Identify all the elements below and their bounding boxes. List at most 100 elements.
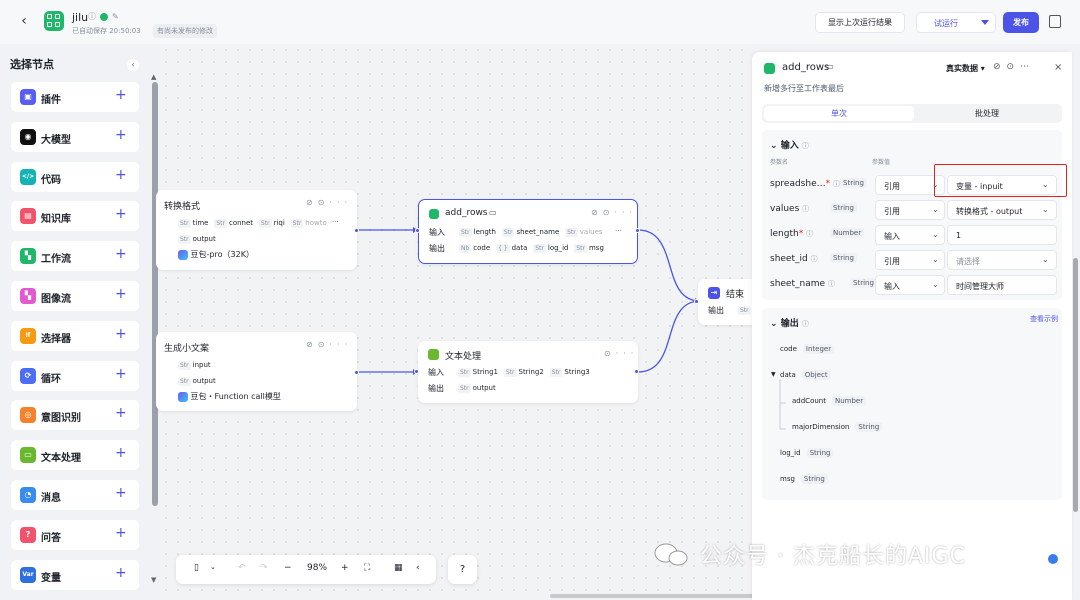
zoom-level[interactable]: 98%	[307, 563, 327, 573]
node-item[interactable]: ▤ 知识库 +	[11, 201, 139, 232]
panel-scrollbar[interactable]	[1073, 258, 1078, 512]
param-value-field[interactable]: 1	[947, 225, 1057, 245]
node-title: 文本处理	[445, 352, 482, 362]
output-label: 输出	[708, 306, 724, 315]
node-actions[interactable]: ⊘⊙···	[306, 198, 352, 207]
collapse-button[interactable]: ‹	[127, 59, 139, 71]
param-name: spreadshe…* ⓘ	[770, 179, 840, 189]
real-data-dropdown[interactable]: 真实数据 ▾	[946, 63, 985, 74]
scroll-down-icon[interactable]: ▼	[151, 576, 156, 584]
node-item[interactable]: ⟳ 循环 +	[11, 360, 139, 391]
node-config-panel: add_rows ▭ 真实数据 ▾ ⊘⊙⋯ × 新增多行至工作表最后 单次 批处…	[752, 52, 1072, 600]
chevron-down-icon: ⌄	[932, 205, 939, 214]
trial-run-button[interactable]: 试运行	[916, 12, 996, 33]
param-mode-select[interactable]: 输入 ⌄	[875, 225, 945, 245]
node-item[interactable]: </> 代码 +	[11, 161, 139, 192]
edit-icon[interactable]: ✎	[112, 12, 119, 21]
input-tags: Str String1 Str String2 Str String3	[458, 368, 590, 377]
node-type-icon: ⟳	[20, 367, 36, 384]
output-handle[interactable]	[634, 369, 639, 374]
output-handle[interactable]	[354, 228, 359, 233]
add-node-button[interactable]: +	[115, 127, 127, 143]
output-handle[interactable]	[635, 228, 640, 233]
title-icons: ⓘ ✎	[88, 11, 119, 22]
add-node-button[interactable]: +	[115, 445, 127, 461]
input-param-row: sheet_name ⓘ String 输入 ⌄ 时间管理大师	[770, 275, 1062, 295]
assistant-icon[interactable]	[1046, 552, 1060, 566]
param-mode-select[interactable]: 引用 ⌄	[875, 250, 945, 270]
node-card-generate-copy[interactable]: 生成小文案 ⊘⊙··· Str input Str output 豆包・Functi…	[156, 332, 359, 411]
node-item[interactable]: ◉ 大模型 +	[11, 121, 139, 152]
node-actions[interactable]: ⊘⊙···	[591, 208, 637, 217]
node-item[interactable]: ▚ 工作流 +	[11, 241, 139, 272]
info-icon: ⓘ	[827, 280, 835, 288]
chevron-down-icon[interactable]: ⌄	[210, 563, 216, 571]
param-value-field[interactable]: 时间管理大师	[947, 275, 1057, 295]
add-node-button[interactable]: +	[115, 87, 127, 103]
add-node-button[interactable]: +	[115, 366, 127, 382]
node-item[interactable]: ◔ 消息 +	[11, 480, 139, 510]
add-node-button[interactable]: +	[115, 246, 127, 262]
tab-single[interactable]: 单次	[764, 106, 914, 121]
scroll-up-icon[interactable]: ▲	[151, 73, 156, 81]
node-item[interactable]: ▭ 文本处理 +	[11, 440, 139, 471]
caret-down-icon[interactable]	[981, 20, 989, 25]
pointer-icon[interactable]: ▯	[194, 563, 199, 573]
more-icon[interactable]: ···	[615, 227, 622, 235]
more-icon[interactable]: ···	[332, 218, 339, 226]
panel-actions[interactable]: ⊘⊙⋯	[993, 62, 1035, 72]
scrollbar[interactable]	[152, 82, 158, 506]
output-handle[interactable]	[354, 370, 359, 375]
param-mode-select[interactable]: 输入 ⌄	[875, 275, 945, 295]
layout-icon[interactable]: ▦	[394, 563, 403, 573]
node-item[interactable]: If 选择器 +	[11, 320, 139, 351]
copy-icon[interactable]	[1049, 15, 1061, 28]
node-item[interactable]: ▣ 插件 +	[11, 82, 139, 112]
zoom-in-button[interactable]: +	[341, 563, 349, 573]
tab-batch[interactable]: 批处理	[914, 106, 1060, 121]
add-node-button[interactable]: +	[115, 206, 127, 222]
help-button[interactable]: ?	[448, 555, 477, 584]
add-node-button[interactable]: +	[115, 286, 127, 302]
node-label: 消息	[41, 493, 61, 504]
fit-view-icon[interactable]: ⛶	[364, 563, 370, 573]
param-mode-select[interactable]: 引用 ⌄	[875, 200, 945, 220]
add-node-button[interactable]: +	[115, 565, 127, 581]
zoom-out-button[interactable]: −	[284, 563, 292, 573]
node-label: 插件	[41, 95, 61, 106]
node-card-format-convert[interactable]: 转换格式 ⊘⊙··· Str time Str connet Str riqi Str…	[156, 190, 359, 270]
output-type-badge: Object	[801, 370, 831, 380]
book-icon[interactable]: ▭	[826, 62, 834, 71]
node-card-add-rows[interactable]: add_rows ▭ ⊘⊙··· 输入 Str length Str sheet_n…	[415, 199, 640, 264]
node-item[interactable]: ? 问答 +	[11, 519, 139, 550]
node-item[interactable]: Var 变量 +	[11, 559, 139, 590]
add-node-button[interactable]: +	[115, 485, 127, 501]
workflow-canvas[interactable]: 转换格式 ⊘⊙··· Str time Str connet Str riqi Str…	[156, 44, 768, 600]
add-node-button[interactable]: +	[115, 405, 127, 421]
node-type-icon: ▚	[20, 288, 36, 304]
param-type-badge: String	[830, 253, 857, 263]
undo-icon[interactable]: ↶	[238, 563, 246, 573]
node-actions[interactable]: ⊘⊙···	[306, 340, 352, 349]
node-item[interactable]: ◎ 意图识别 +	[11, 400, 139, 431]
back-button[interactable]: ‹	[16, 13, 32, 29]
redo-icon[interactable]: ↷	[260, 563, 268, 573]
node-actions[interactable]: ⊙···	[604, 349, 638, 358]
publish-button[interactable]: 发布	[1003, 12, 1039, 33]
collapse-icon[interactable]: ‹	[416, 563, 420, 573]
param-value-field[interactable]: 转换格式 - output ⌄	[947, 200, 1057, 220]
param-type-badge: String	[850, 278, 877, 288]
show-last-run-button[interactable]: 显示上次运行结果	[815, 12, 905, 33]
node-item[interactable]: ▚ 图像流 +	[11, 281, 139, 311]
info-icon[interactable]: ⓘ	[88, 11, 96, 22]
node-card-text-process[interactable]: 文本处理 ⊙··· 输入 Str String1 Str String2 Str St…	[414, 341, 639, 403]
input-header[interactable]: ⌄ 输入 ⓘ	[770, 138, 809, 151]
input-handle[interactable]	[415, 228, 420, 233]
add-node-button[interactable]: +	[115, 326, 127, 342]
add-node-button[interactable]: +	[115, 525, 127, 541]
close-button[interactable]: ×	[1054, 62, 1062, 73]
input-handle[interactable]	[414, 369, 419, 374]
input-handle[interactable]	[694, 299, 699, 304]
add-node-button[interactable]: +	[115, 167, 127, 183]
param-value-field[interactable]: 请选择 ⌄	[947, 250, 1057, 270]
